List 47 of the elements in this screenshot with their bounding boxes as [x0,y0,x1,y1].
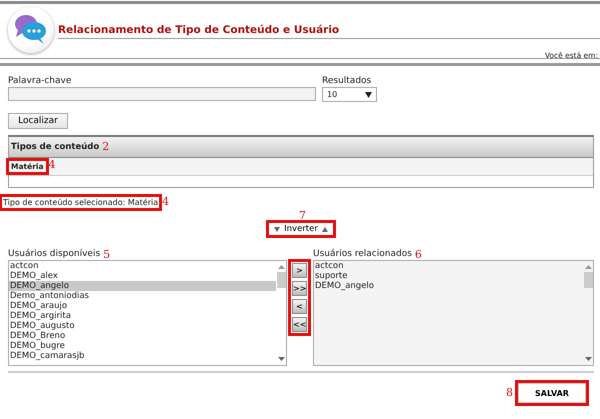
chat-bubbles-icon [8,7,54,53]
user-listbox[interactable]: actcon DEMO_alex DEMO_angelo Demo_antoniodias DEMO_araujo DEMO_argirita DEMO_augusto DEMO_Breno DEMO_bugre DEMO_camarasjb [8,260,287,366]
transfer-button[interactable]: > [292,263,307,278]
list-item[interactable]: DEMO_alex [9,271,276,281]
callout-number: 6 [414,248,422,260]
results-dropdown[interactable]: 10 [322,87,377,102]
caret-icon [365,92,372,98]
transfer-button[interactable]: < [292,299,307,314]
list-item[interactable]: DEMO_Breno [9,331,276,341]
list-item[interactable]: suporte [314,271,583,281]
transfer-button[interactable]: >> [292,281,307,296]
list-item[interactable]: DEMO_argirita [9,311,276,321]
transfer-button[interactable]: << [292,317,307,332]
callout-number: 5 [103,248,110,260]
list-item[interactable]: DEMO_angelo [9,281,276,291]
callout-number: 8 [506,387,513,399]
scroll-down-icon[interactable] [584,357,592,361]
save-button[interactable]: SALVAR [518,383,586,403]
list-item[interactable]: DEMO_angelo [314,281,583,291]
scroll-down-icon[interactable] [278,357,284,361]
callout-number: 4 [162,196,170,208]
find-button[interactable]: Localizar [8,113,68,129]
selected-type-text: Tipo de conteúdo selecionado: Matéria [2,196,160,208]
scroll-thumb[interactable] [276,272,286,288]
scroll-up-icon[interactable] [278,265,284,269]
list-label: Usuários disponíveis [8,249,100,259]
list-item[interactable]: DEMO_augusto [9,321,276,331]
callout-number: 7 [299,210,306,222]
field-label: Palavra-chave [8,76,72,86]
page-title: Relacionamento de Tipo de Conteúdo e Usuário [58,24,600,39]
up-triangle-icon [322,226,328,232]
scroll-up-icon[interactable] [584,265,592,269]
list-item[interactable]: actcon [9,261,276,271]
keyword-field[interactable] [8,87,316,101]
field-label: Resultados [322,76,372,86]
invert-button[interactable]: Inverter [269,223,333,235]
callout-number: 2 [102,141,110,153]
list-item[interactable]: actcon [314,261,583,271]
column-heading: Tipos de conteúdo [11,142,100,152]
list-item[interactable]: DEMO_bugre [9,341,276,351]
list-item[interactable]: DEMO_araujo [9,301,276,311]
list-label: Usuários relacionados [313,249,412,259]
user-listbox[interactable]: actcon suporte DEMO_angelo [313,260,594,366]
down-triangle-icon [274,226,280,232]
scroll-thumb[interactable] [584,272,592,288]
list-item[interactable]: DEMO_camarasjb [9,351,276,361]
list-item[interactable]: Demo_antoniodias [9,291,276,301]
